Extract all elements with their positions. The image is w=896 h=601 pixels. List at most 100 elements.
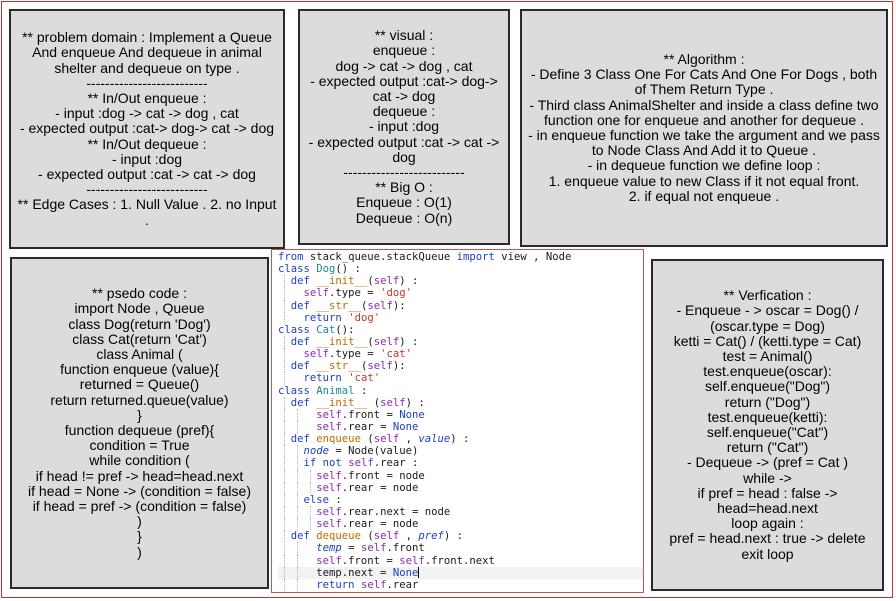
code-token: self xyxy=(348,457,374,470)
code-line: self.front = self.front.next xyxy=(278,554,643,567)
text-line: test = Animal() xyxy=(722,347,813,364)
indent-guide xyxy=(284,554,286,567)
code-token: enqueue xyxy=(316,433,361,446)
code-token: .front = xyxy=(341,408,400,421)
text-line: ** In/Out enqueue : xyxy=(87,89,207,106)
code-token: self xyxy=(373,530,400,543)
text-line: - Dequeue -> (pref = Cat ) xyxy=(686,454,849,471)
code-token: self xyxy=(316,554,342,567)
code-token: .front.next xyxy=(424,554,495,567)
code-token: .rear = node xyxy=(341,481,419,494)
code-token: .rear.next = node xyxy=(341,505,451,518)
code-token: from xyxy=(278,251,304,263)
indent-guide xyxy=(284,408,286,421)
code-token: : xyxy=(329,493,342,506)
indent-guide xyxy=(309,518,311,531)
code-token: 'cat' xyxy=(348,372,381,385)
code-token: self xyxy=(373,335,400,348)
indent-guide xyxy=(297,420,299,434)
indent-guide xyxy=(284,518,286,531)
code-token: self xyxy=(380,396,406,409)
indent-guide xyxy=(284,493,286,506)
text-line: class Animal ( xyxy=(96,345,183,362)
code-token: None xyxy=(392,566,419,579)
text-line: ** psedo code : xyxy=(92,285,187,302)
code-token: .front = node xyxy=(341,469,425,482)
text-line: - in enqueue function we take the argume… xyxy=(528,127,884,159)
code-token: self xyxy=(367,360,393,373)
code-line: def __init__(self) : xyxy=(278,275,643,288)
text-line: condition = True xyxy=(89,437,190,454)
code-token: self xyxy=(316,505,342,518)
code-line: self.rear = node xyxy=(278,481,643,494)
code-token: def xyxy=(290,433,310,446)
code-token: else xyxy=(303,493,330,506)
code-token: def xyxy=(290,530,310,543)
code-token: self xyxy=(399,554,425,567)
code-token: .type = xyxy=(329,348,381,361)
code-token: ) : xyxy=(450,433,470,446)
code-line: def enqueue (self , value) : xyxy=(278,433,643,446)
code-token: ) : xyxy=(399,275,419,288)
indent-guide xyxy=(297,542,299,555)
code-token: def xyxy=(290,396,310,409)
indent-guide xyxy=(284,372,286,385)
text-line: ) xyxy=(137,543,142,560)
code-token: view , Node xyxy=(494,251,572,263)
code-token: ( xyxy=(360,433,374,446)
indent-guide xyxy=(284,505,286,519)
text-cursor xyxy=(418,566,420,578)
text-line: if head != pref -> head=head.next xyxy=(35,467,244,484)
code-token: 'dog' xyxy=(380,287,412,300)
code-token: if not xyxy=(303,457,342,470)
code-token: Dog xyxy=(316,263,336,276)
text-line: ** problem domain : Implement a Queue An… xyxy=(22,29,276,76)
code-token: self xyxy=(360,542,387,555)
text-line: enqueue : xyxy=(372,42,436,59)
code-token: .front xyxy=(386,542,425,555)
text-line: ** In/Out dequeue : xyxy=(87,135,207,152)
code-token: = xyxy=(341,542,361,555)
indent-guide xyxy=(297,566,299,579)
code-token: 'cat' xyxy=(380,348,412,361)
text-line: } xyxy=(137,528,142,545)
code-line: temp = self.front xyxy=(278,542,643,555)
text-line: test.enqueue(oscar): xyxy=(703,363,832,380)
code-line: node = Node(value) xyxy=(278,445,643,458)
indent-guide xyxy=(284,287,286,300)
text-line: - expected output :cat-> dog-> cat -> do… xyxy=(310,72,502,104)
indent-guide xyxy=(297,554,299,567)
code-token: Cat xyxy=(316,323,336,336)
indent-guide xyxy=(284,445,286,458)
code-token: self xyxy=(373,433,400,446)
indent-guide xyxy=(284,348,286,361)
code-token: () : xyxy=(335,263,361,276)
text-line: ** Edge Cases : 1. Null Value . 2. no In… xyxy=(17,196,281,228)
indent-guide xyxy=(284,469,286,482)
code-token: class xyxy=(278,263,310,276)
text-line: ** Big O : xyxy=(375,179,433,196)
text-line: - input :dog xyxy=(111,150,183,167)
text-line: return returned.queue(value) xyxy=(50,391,229,408)
indent-guide xyxy=(297,408,299,421)
visual-box: ** visual : enqueue : dog -> cat -> dog , … xyxy=(298,9,510,245)
code-token: __init__ xyxy=(316,396,368,409)
text-line: dog -> cat -> dog , cat xyxy=(335,57,473,74)
text-line: class Cat(return 'Cat') xyxy=(72,330,207,347)
code-token: self xyxy=(303,348,330,361)
text-line: ** Verfication : xyxy=(723,287,812,304)
text-line: - expected output :cat-> dog-> cat -> do… xyxy=(19,120,275,137)
code-token: __str__ xyxy=(316,360,361,373)
code-token: .type = xyxy=(329,287,381,300)
code-token: ) : xyxy=(443,530,464,543)
text-line: returned = Queue() xyxy=(79,376,200,393)
code-token: temp.next = xyxy=(278,566,393,579)
indent-guide xyxy=(284,542,286,555)
code-line: from stack_queue.stackQueue import view … xyxy=(278,251,643,263)
code-token: temp xyxy=(316,542,342,555)
indent-guide xyxy=(284,530,286,543)
code-screenshot-panel: from stack_queue.stackQueue import view … xyxy=(271,249,644,593)
text-line: - input :dog xyxy=(368,118,440,135)
